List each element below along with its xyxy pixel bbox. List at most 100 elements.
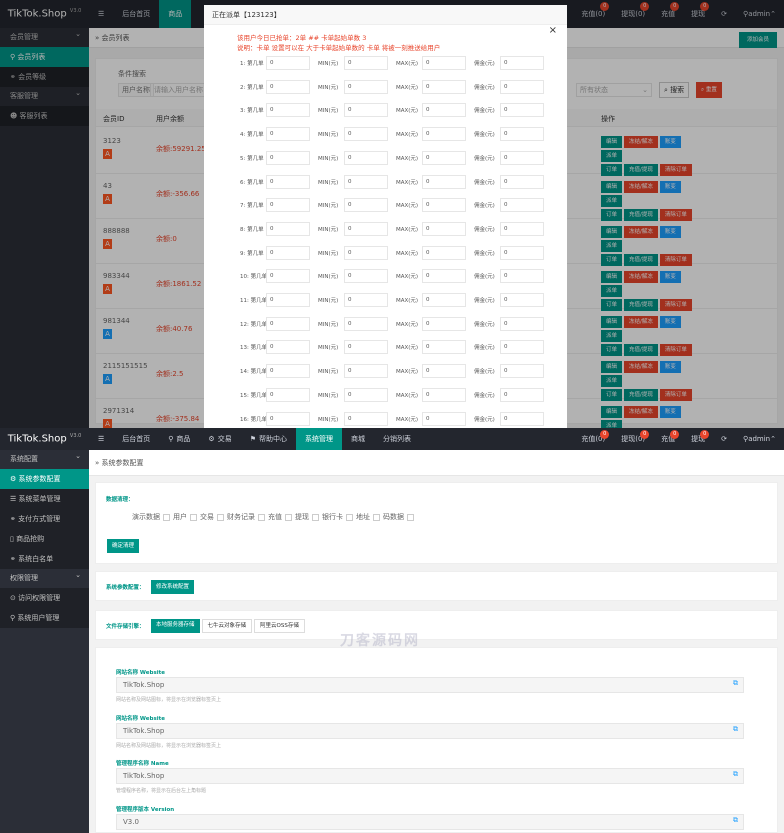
admin-menu[interactable]: ⚲ admin ⌃ <box>735 428 784 450</box>
rnav-item-2[interactable]: 充值 0 <box>653 428 683 450</box>
commission-input[interactable]: 0 <box>500 56 544 70</box>
max-input[interactable]: 0 <box>422 127 466 142</box>
checkbox-0[interactable] <box>163 513 170 521</box>
max-input[interactable]: 0 <box>422 221 466 236</box>
field-input[interactable]: TikTok.Shop <box>116 677 744 693</box>
refresh-icon[interactable]: ⟳ <box>713 428 735 450</box>
commission-input[interactable]: 0 <box>500 340 544 355</box>
copy-icon[interactable]: ⧉ <box>733 770 738 779</box>
sidebar-group-0[interactable]: 系统配置 <box>0 447 89 469</box>
min-input[interactable]: 0 <box>344 150 388 165</box>
order-index-input[interactable]: 0 <box>266 387 310 402</box>
min-input[interactable]: 0 <box>344 56 388 70</box>
max-input[interactable]: 0 <box>422 103 466 118</box>
max-input[interactable]: 0 <box>422 293 466 307</box>
min-input[interactable]: 0 <box>344 127 388 142</box>
edit-system-config-button[interactable]: 修改系统配置 <box>151 580 195 594</box>
order-index-input[interactable]: 0 <box>266 221 310 236</box>
max-input[interactable]: 0 <box>422 316 466 331</box>
min-input[interactable]: 0 <box>344 411 388 426</box>
max-input[interactable]: 0 <box>422 56 466 70</box>
checkbox-1[interactable] <box>190 513 197 521</box>
commission-input[interactable]: 0 <box>500 245 544 260</box>
order-index-input[interactable]: 0 <box>266 150 310 165</box>
checkbox-5[interactable] <box>312 513 319 521</box>
commission-input[interactable]: 0 <box>500 150 544 165</box>
field-input[interactable]: TikTok.Shop <box>116 768 744 784</box>
max-input[interactable]: 0 <box>422 340 466 355</box>
copy-icon[interactable]: ⧉ <box>733 679 738 688</box>
storage-tab-2[interactable]: 阿里云OSS存储 <box>254 619 305 633</box>
rnav-item-1[interactable]: 提现(0) 0 <box>613 428 653 450</box>
commission-input[interactable]: 0 <box>500 364 544 379</box>
sidebar-item-8[interactable]: ⚲ 系统用户管理 <box>0 608 89 628</box>
max-input[interactable]: 0 <box>422 269 466 284</box>
nav-item-3[interactable]: ⚑ 帮助中心 <box>241 428 296 450</box>
storage-tab-0[interactable]: 本地服务器存储 <box>151 619 200 633</box>
commission-input[interactable]: 0 <box>500 103 544 118</box>
min-input[interactable]: 0 <box>344 340 388 355</box>
sidebar-item-4[interactable]: ▯ 商品抢购 <box>0 529 89 549</box>
commission-input[interactable]: 0 <box>500 316 544 331</box>
min-input[interactable]: 0 <box>344 245 388 260</box>
order-index-input[interactable]: 0 <box>266 293 310 307</box>
commission-input[interactable]: 0 <box>500 221 544 236</box>
min-input[interactable]: 0 <box>344 103 388 118</box>
min-input[interactable]: 0 <box>344 316 388 331</box>
min-input[interactable]: 0 <box>344 221 388 236</box>
commission-input[interactable]: 0 <box>500 269 544 284</box>
order-index-input[interactable]: 0 <box>266 411 310 426</box>
order-index-input[interactable]: 0 <box>266 245 310 260</box>
checkbox-6[interactable] <box>346 513 353 521</box>
max-input[interactable]: 0 <box>422 150 466 165</box>
checkbox-2[interactable] <box>217 513 224 521</box>
nav-item-5[interactable]: 商城 <box>342 428 374 450</box>
order-index-input[interactable]: 0 <box>266 174 310 189</box>
max-input[interactable]: 0 <box>422 174 466 189</box>
order-index-input[interactable]: 0 <box>266 103 310 118</box>
menu-toggle-icon[interactable]: ☰ <box>89 428 113 450</box>
checkbox-7[interactable] <box>373 513 380 521</box>
commission-input[interactable]: 0 <box>500 411 544 426</box>
sidebar-group-6[interactable]: 权限管理 <box>0 566 89 588</box>
field-input[interactable]: V3.0 <box>116 813 744 830</box>
checkbox-3[interactable] <box>258 513 265 521</box>
min-input[interactable]: 0 <box>344 387 388 402</box>
order-index-input[interactable]: 0 <box>266 56 310 70</box>
copy-icon[interactable]: ⧉ <box>733 725 738 734</box>
field-input[interactable]: TikTok.Shop <box>116 722 744 739</box>
min-input[interactable]: 0 <box>344 364 388 379</box>
confirm-clean-button[interactable]: 确定清理 <box>107 539 140 553</box>
rnav-item-3[interactable]: 提现 0 <box>683 428 713 450</box>
min-input[interactable]: 0 <box>344 269 388 284</box>
commission-input[interactable]: 0 <box>500 293 544 307</box>
sidebar-item-3[interactable]: ⚭ 支付方式管理 <box>0 509 89 529</box>
storage-tab-1[interactable]: 七牛云对象存储 <box>201 619 253 633</box>
min-input[interactable]: 0 <box>344 79 388 94</box>
commission-input[interactable]: 0 <box>500 174 544 189</box>
nav-item-6[interactable]: 分销列表 <box>374 428 420 450</box>
max-input[interactable]: 0 <box>422 245 466 260</box>
order-index-input[interactable]: 0 <box>266 127 310 142</box>
checkbox-4[interactable] <box>285 513 292 521</box>
copy-icon[interactable]: ⧉ <box>733 816 738 825</box>
order-index-input[interactable]: 0 <box>266 198 310 213</box>
min-input[interactable]: 0 <box>344 198 388 213</box>
max-input[interactable]: 0 <box>422 411 466 426</box>
sidebar-item-1[interactable]: ⚙ 系统参数配置 <box>0 469 89 489</box>
order-index-input[interactable]: 0 <box>266 316 310 331</box>
checkbox-8[interactable] <box>407 513 414 521</box>
commission-input[interactable]: 0 <box>500 387 544 402</box>
max-input[interactable]: 0 <box>422 387 466 402</box>
commission-input[interactable]: 0 <box>500 79 544 94</box>
commission-input[interactable]: 0 <box>500 127 544 142</box>
nav-item-4[interactable]: 系统管理 <box>295 428 342 450</box>
nav-item-2[interactable]: ⚙ 交易 <box>199 428 240 450</box>
brand-logo[interactable]: TikTok.Shop V3.0 <box>0 433 89 444</box>
order-index-input[interactable]: 0 <box>266 340 310 355</box>
max-input[interactable]: 0 <box>422 79 466 94</box>
sidebar-item-7[interactable]: ⊙ 访问权限管理 <box>0 588 89 608</box>
order-index-input[interactable]: 0 <box>266 364 310 379</box>
commission-input[interactable]: 0 <box>500 198 544 213</box>
nav-item-0[interactable]: 后台首页 <box>113 428 159 450</box>
